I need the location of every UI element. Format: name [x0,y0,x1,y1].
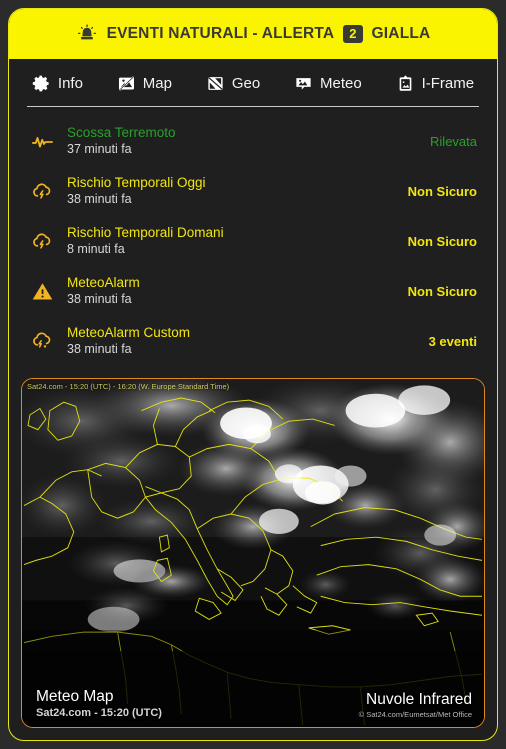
map-caption-left: Meteo Map Sat24.com - 15:20 (UTC) [36,687,162,720]
alert-count-badge: 2 [343,25,363,43]
event-title: MeteoAlarm [67,275,140,290]
tab-label: Meteo [320,75,362,92]
map-caption-source: Sat24.com - 15:20 (UTC) [36,707,162,719]
clipboard-image-icon [396,74,415,93]
status-badge: Non Sicuro [407,283,477,299]
event-list: Scossa Terremoto 37 minuti fa Rilevata R… [9,107,497,372]
list-item[interactable]: Rischio Temporali Oggi 38 minuti fa Non … [9,166,497,216]
tab-label: Map [142,75,172,92]
map-layer-title: Nuvole Infrared [366,691,472,708]
alert-card: EVENTI NATURALI - ALLERTA 2 GIALLA Info [8,8,498,741]
event-text: MeteoAlarm Custom 38 minuti fa [67,324,419,358]
tab-label: Info [57,75,83,92]
map-copyright: © Sat24.com/Eumetsat/Met Office [358,710,472,719]
globe-slice-icon [206,74,225,93]
page-title: EVENTI NATURALI - ALLERTA [106,25,335,42]
tab-map[interactable]: Map [114,72,175,95]
alert-header: EVENTI NATURALI - ALLERTA 2 GIALLA [9,9,497,59]
thunderstorm-cloud-icon [31,230,67,253]
satellite-map-image [22,379,484,727]
siren-beacon-icon [76,23,98,45]
warning-triangle-icon [31,280,67,303]
seismograph-wave-icon [31,130,67,153]
event-title: MeteoAlarm Custom [67,325,191,340]
tab-label: I-Frame [421,75,475,92]
status-badge: Non Sicuro [407,183,477,199]
list-item[interactable]: Rischio Temporali Domani 8 minuti fa Non… [9,216,497,266]
satellite-map[interactable]: Sat24.com - 15:20 (UTC) - 16:20 (W. Euro… [21,378,485,728]
tab-label: Geo [231,75,261,92]
status-badge: Rilevata [430,133,477,149]
tab-bar: Info Map Geo Meteo I-Frame [9,59,497,95]
gear-icon [32,74,51,93]
list-item[interactable]: MeteoAlarm 38 minuti fa Non Sicuro [9,266,497,316]
map-slash-icon [117,74,136,93]
event-time: 38 minuti fa [67,292,132,306]
tab-info[interactable]: Info [29,72,86,95]
event-time: 38 minuti fa [67,192,132,206]
map-caption-right: Nuvole Infrared © Sat24.com/Eumetsat/Met… [359,690,472,720]
tab-meteo[interactable]: Meteo [291,72,365,95]
thunderstorm-cloud-icon [31,180,67,203]
map-watermark: Sat24.com - 15:20 (UTC) - 16:20 (W. Euro… [27,382,230,391]
event-time: 37 minuti fa [67,142,132,156]
image-bubble-icon [294,74,313,93]
status-badge: 3 eventi [428,333,477,349]
status-badge: Non Sicuro [407,233,477,249]
event-text: Scossa Terremoto 37 minuti fa [67,124,420,158]
storm-rain-cloud-icon [31,330,67,353]
event-title: Rischio Temporali Oggi [67,175,206,190]
event-title: Scossa Terremoto [67,125,176,140]
tab-geo[interactable]: Geo [203,72,263,95]
tab-iframe[interactable]: I-Frame [393,72,478,95]
list-item[interactable]: Scossa Terremoto 37 minuti fa Rilevata [9,116,497,166]
event-text: Rischio Temporali Oggi 38 minuti fa [67,174,398,208]
list-item[interactable]: MeteoAlarm Custom 38 minuti fa 3 eventi [9,316,497,366]
map-caption-title: Meteo Map [36,688,114,705]
event-time: 8 minuti fa [67,242,125,256]
event-title: Rischio Temporali Domani [67,225,224,240]
alert-level: GIALLA [371,25,431,42]
event-time: 38 minuti fa [67,342,132,356]
event-text: Rischio Temporali Domani 8 minuti fa [67,224,398,258]
event-text: MeteoAlarm 38 minuti fa [67,274,398,308]
